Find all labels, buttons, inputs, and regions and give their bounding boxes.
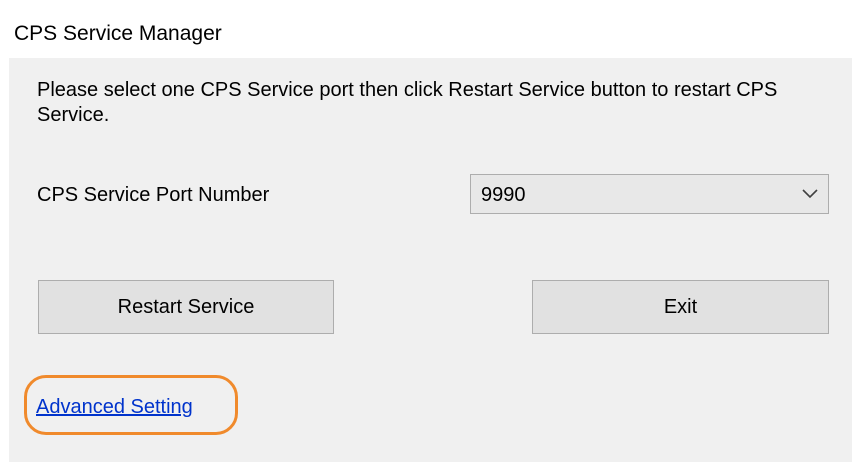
exit-button[interactable]: Exit	[532, 280, 829, 334]
title-bar: CPS Service Manager	[0, 0, 852, 58]
restart-service-button[interactable]: Restart Service	[38, 280, 334, 334]
port-number-dropdown[interactable]: 9990	[470, 174, 829, 214]
cps-service-manager-window: CPS Service Manager Please select one CP…	[0, 0, 852, 462]
port-number-label: CPS Service Port Number	[37, 184, 270, 206]
advanced-setting-link[interactable]: Advanced Setting	[36, 395, 193, 419]
window-title: CPS Service Manager	[14, 22, 222, 45]
chevron-down-icon[interactable]	[802, 189, 818, 199]
dialog-body: Please select one CPS Service port then …	[9, 58, 852, 462]
port-number-selected-value: 9990	[481, 184, 526, 206]
instruction-text: Please select one CPS Service port then …	[37, 79, 778, 126]
